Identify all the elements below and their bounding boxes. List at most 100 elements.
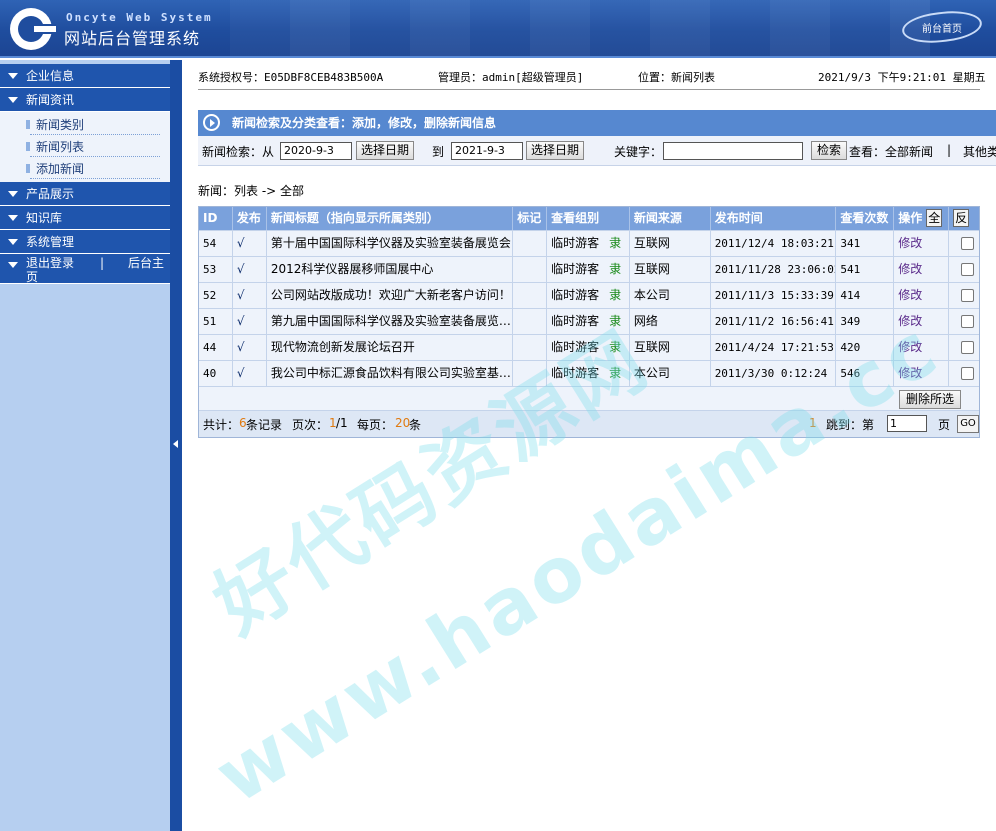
sidebar-item-add-news[interactable]: 添加新闻: [0, 158, 170, 180]
table-row: 40 √ 我公司中标汇源食品饮料有限公司实验室基… 临时游客隶 本公司 2011…: [199, 361, 979, 387]
search-bar: 新闻检索：从 2020-9-3 选择日期 到 2021-9-3 选择日期 关键字…: [198, 136, 996, 166]
expand-arrow-icon: [8, 97, 18, 103]
cell-mark: [513, 257, 548, 282]
news-title-link[interactable]: 公司网站改版成功！欢迎广大新老客户访问！: [267, 283, 514, 308]
choose-date-to-button[interactable]: 选择日期: [526, 141, 584, 160]
sidebar-item-label: 新闻列表: [36, 140, 85, 154]
total-prefix: 共计：: [203, 418, 240, 432]
row-checkbox[interactable]: [961, 237, 975, 250]
table-row: 52 √ 公司网站改版成功！欢迎广大新老客户访问！ 临时游客隶 本公司 2011…: [199, 283, 979, 309]
edit-link[interactable]: 修改: [894, 361, 950, 386]
cell-check: [949, 309, 979, 334]
date-to-input[interactable]: 2021-9-3: [451, 142, 523, 160]
sidebar-group-company-info[interactable]: 企业信息: [0, 64, 170, 88]
group-text: 临时游客: [551, 262, 600, 276]
cell-published: √: [233, 257, 267, 282]
top-info-bar: 系统授权号：E05DBF8CEB483B500A 管理员：admin[超级管理员…: [198, 68, 986, 90]
logout-link[interactable]: 退出登录: [26, 256, 74, 270]
bullet-icon: [26, 120, 30, 129]
cell-group: 临时游客隶: [547, 283, 630, 308]
cell-check: [949, 361, 979, 386]
cell-count: 349: [836, 309, 895, 334]
delete-selected-button[interactable]: 删除所选: [899, 390, 961, 409]
news-title-link[interactable]: 第十届中国国际科学仪器及实验室装备展览会: [267, 231, 514, 256]
table-actions-row: 删除所选: [199, 387, 979, 411]
edit-link[interactable]: 修改: [894, 335, 950, 360]
cell-source: 本公司: [630, 283, 711, 308]
group-text: 临时游客: [551, 288, 600, 302]
admin-home-link[interactable]: 后台主: [128, 256, 164, 270]
sidebar-item-news-list[interactable]: 新闻列表: [0, 136, 170, 158]
cell-time: 2011/3/30 0:12:24: [711, 361, 837, 386]
row-checkbox[interactable]: [961, 341, 975, 354]
view-all-news[interactable]: 查看：全部新闻: [849, 143, 933, 160]
sidebar-group-system[interactable]: 系统管理: [0, 230, 170, 254]
cell-source: 互联网: [630, 257, 711, 282]
cell-published: √: [233, 231, 267, 256]
search-button[interactable]: 检索: [811, 141, 847, 160]
sidebar-item-label: 新闻类别: [36, 118, 85, 132]
col-source: 新闻来源: [630, 207, 711, 230]
table-row: 51 √ 第九届中国国际科学仪器及实验室装备展览… 临时游客隶 网络 2011/…: [199, 309, 979, 335]
cell-time: 2011/12/4 18:03:21: [711, 231, 837, 256]
sidebar-group-products[interactable]: 产品展示: [0, 182, 170, 206]
cell-source: 网络: [630, 309, 711, 334]
cell-time: 2011/11/3 15:33:39: [711, 283, 837, 308]
jump-page-input[interactable]: 1: [887, 415, 927, 432]
select-all-button[interactable]: 全: [926, 209, 943, 227]
expand-arrow-icon: [8, 191, 18, 197]
page-total: /1: [336, 416, 348, 430]
sidebar-item-news-category[interactable]: 新闻类别: [0, 114, 170, 136]
sidebar-group-news[interactable]: 新闻资讯: [0, 88, 170, 112]
go-button[interactable]: GO: [957, 415, 979, 433]
cell-group: 临时游客隶: [547, 257, 630, 282]
sidebar-toggle-bar[interactable]: [170, 60, 182, 831]
edit-link[interactable]: 修改: [894, 309, 950, 334]
front-page-link[interactable]: 前台首页: [900, 7, 984, 47]
news-title-link[interactable]: 现代物流创新发展论坛召开: [267, 335, 514, 360]
news-title-link[interactable]: 我公司中标汇源食品饮料有限公司实验室基…: [267, 361, 514, 386]
cell-mark: [513, 231, 548, 256]
edit-link[interactable]: 修改: [894, 231, 950, 256]
page-number-link[interactable]: 1: [809, 416, 817, 430]
panel-title: 新闻检索及分类查看：添加，修改，删除新闻信息: [232, 116, 497, 130]
col-publish: 发布: [233, 207, 267, 230]
row-checkbox[interactable]: [961, 367, 975, 380]
cell-group: 临时游客隶: [547, 309, 630, 334]
logo-english-text: Oncyte Web System: [66, 11, 213, 24]
location-text: 位置：新闻列表: [638, 71, 715, 84]
sidebar-group-knowledge[interactable]: 知识库: [0, 206, 170, 230]
per-suffix: 条: [409, 418, 422, 432]
invert-selection-button[interactable]: 反: [953, 209, 970, 227]
cell-count: 341: [836, 231, 895, 256]
cell-count: 541: [836, 257, 895, 282]
header-decoration: [230, 0, 930, 56]
panel-title-bar: 新闻检索及分类查看：添加，修改，删除新闻信息: [198, 110, 996, 136]
datetime-text: 2021/9/3 下午9:21:01 星期五: [818, 71, 986, 84]
other-category-link[interactable]: 其他类: [963, 143, 996, 160]
edit-link[interactable]: 修改: [894, 283, 950, 308]
admin-home-link-wrap[interactable]: 页: [26, 270, 38, 284]
collapse-arrow-icon: [173, 440, 178, 448]
cell-check: [949, 283, 979, 308]
app-header: Oncyte Web System 网站后台管理系统 前台首页: [0, 0, 996, 58]
news-submenu: 新闻类别 新闻列表 添加新闻: [0, 112, 170, 182]
date-from-input[interactable]: 2020-9-3: [280, 142, 352, 160]
keyword-input[interactable]: [663, 142, 803, 160]
choose-date-from-button[interactable]: 选择日期: [356, 141, 414, 160]
per-prefix: 每页：: [357, 418, 394, 432]
row-checkbox[interactable]: [961, 289, 975, 302]
license-text: 系统授权号：E05DBF8CEB483B500A: [198, 71, 384, 84]
col-check: 反: [949, 207, 979, 230]
cell-source: 本公司: [630, 361, 711, 386]
edit-link[interactable]: 修改: [894, 257, 950, 282]
sidebar-group-label: 新闻资讯: [26, 93, 75, 107]
page-unit: 页: [938, 418, 951, 432]
sidebar-logout-row: 退出登录 | 后台主 页: [0, 254, 170, 284]
row-checkbox[interactable]: [961, 263, 975, 276]
news-title-link[interactable]: 第九届中国国际科学仪器及实验室装备展览…: [267, 309, 514, 334]
row-checkbox[interactable]: [961, 315, 975, 328]
group-text: 临时游客: [551, 366, 600, 380]
news-title-link[interactable]: 2012科学仪器展移师国展中心: [267, 257, 514, 282]
pager: 共计： 6 条记录 页次： 1 /1 每页： 20 条 1 跳到：第 1 页 G…: [199, 411, 979, 437]
